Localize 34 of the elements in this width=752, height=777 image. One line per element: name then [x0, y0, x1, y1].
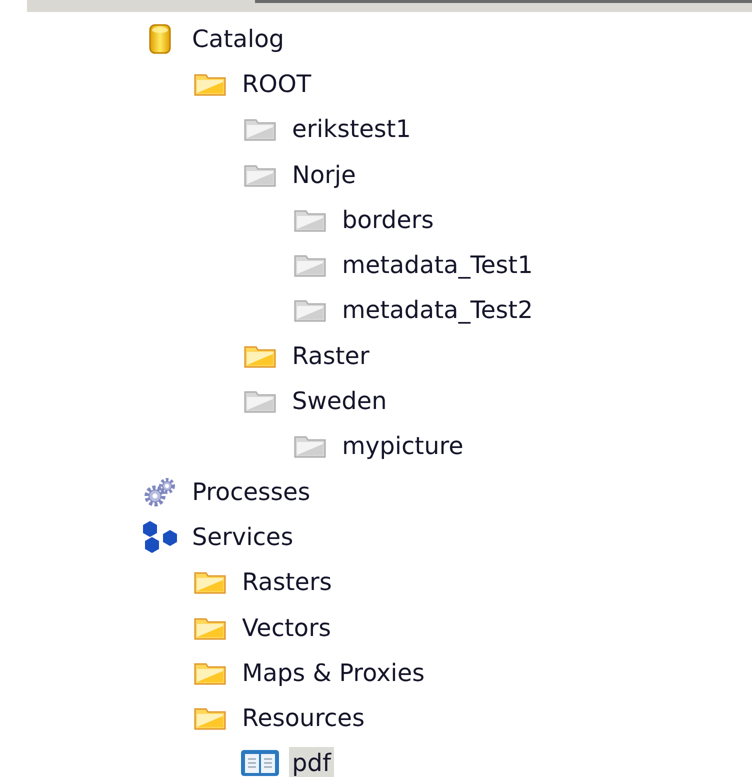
- folder-icon: [294, 298, 326, 322]
- database-icon: [149, 24, 171, 54]
- tree-item[interactable]: Maps & Proxies: [239, 656, 428, 689]
- tree-item[interactable]: Sweden: [289, 385, 390, 418]
- hexagons-icon: [140, 520, 180, 554]
- folder-icon: [194, 570, 226, 594]
- folder-icon: [194, 706, 226, 730]
- folder-icon: [294, 253, 326, 278]
- tree-item[interactable]: Services: [189, 520, 296, 553]
- tree-item[interactable]: Norje: [289, 158, 359, 191]
- tree-item[interactable]: borders: [339, 204, 437, 236]
- folder-icon: [244, 162, 276, 187]
- folder-icon: [194, 660, 226, 685]
- tree-item[interactable]: Rasters: [239, 566, 335, 598]
- folder-icon: [294, 208, 326, 232]
- tree-item[interactable]: Raster: [289, 340, 372, 372]
- tree-item[interactable]: Processes: [189, 476, 314, 508]
- folder-icon: [244, 117, 276, 142]
- tree-item[interactable]: erikstest1: [289, 113, 414, 146]
- tree-item[interactable]: Vectors: [239, 612, 334, 644]
- gears-icon: [143, 476, 177, 508]
- tree-item[interactable]: Catalog: [189, 22, 288, 55]
- book-icon: [240, 749, 280, 777]
- tree-item[interactable]: metadata_Test1: [339, 249, 536, 282]
- folder-icon: [244, 389, 276, 414]
- tree-item[interactable]: mypicture: [339, 430, 466, 462]
- folder-icon: [244, 344, 276, 368]
- folder-icon: [194, 72, 226, 96]
- folder-icon: [294, 434, 326, 458]
- tree-item[interactable]: metadata_Test2: [339, 294, 536, 326]
- tree-item[interactable]: pdf: [289, 747, 334, 777]
- tree-item[interactable]: ROOT: [239, 68, 314, 100]
- folder-icon: [194, 616, 226, 640]
- tree-item[interactable]: Resources: [239, 702, 368, 734]
